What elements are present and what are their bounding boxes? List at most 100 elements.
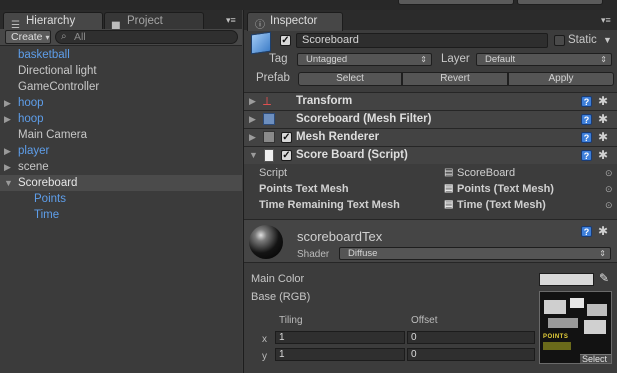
base-rgb-label: Base (RGB) [251, 291, 311, 303]
gear-icon[interactable]: ✱ [598, 149, 608, 161]
updown-icon: ⇕ [420, 55, 427, 64]
texture-block [543, 342, 571, 350]
object-picker-icon[interactable]: ⊙ [605, 168, 613, 179]
help-icon[interactable]: ? [581, 150, 592, 161]
prefab-apply-button[interactable]: Apply [508, 72, 614, 86]
prefab-revert-button[interactable]: Revert [402, 72, 508, 86]
hierarchy-item-player[interactable]: ▶ player [0, 143, 242, 159]
shader-dropdown[interactable]: Diffuse ⇕ [339, 247, 611, 260]
prefab-select-button[interactable]: Select [298, 72, 402, 86]
component-score-board-script[interactable]: ▼ ✓ Score Board (Script) ? ✱ [244, 146, 617, 164]
hierarchy-item-hoop-1[interactable]: ▶ hoop [0, 95, 242, 111]
gear-icon[interactable]: ✱ [598, 113, 608, 125]
panel-menu-icon[interactable]: ▾≡ [226, 15, 236, 26]
create-label: Create [11, 31, 43, 43]
transform-icon: ⟂ [263, 94, 272, 108]
layer-label: Layer [441, 53, 470, 65]
hierarchy-item-label: player [18, 145, 50, 157]
create-dropdown[interactable]: Create ▾ [5, 30, 51, 44]
panel-menu-icon[interactable]: ▾≡ [601, 15, 611, 26]
help-icon[interactable]: ? [581, 114, 592, 125]
tag-dropdown[interactable]: Untagged ⇕ [297, 53, 432, 66]
time-object-field[interactable]: ▤ Time (Text Mesh) [444, 199, 599, 213]
hierarchy-item-scene[interactable]: ▶ scene [0, 159, 242, 175]
texture-block [584, 320, 606, 334]
object-picker-icon[interactable]: ⊙ [605, 184, 613, 195]
object-name-field[interactable]: Scoreboard [296, 33, 548, 48]
material-header: scoreboardTex Shader Diffuse ⇕ ? ✱ [244, 219, 617, 263]
expand-arrow-icon[interactable]: ▶ [4, 111, 11, 127]
component-mesh-filter[interactable]: ▶ Scoreboard (Mesh Filter) ? ✱ [244, 110, 617, 128]
hierarchy-toolbar: Create ▾ ⌕ All [0, 29, 242, 46]
top-dropdown-2[interactable] [517, 0, 603, 5]
eyedropper-icon[interactable]: ✎ [599, 271, 609, 285]
text-mesh-icon: ▤ [444, 199, 454, 210]
hierarchy-item-label: basketball [18, 49, 70, 61]
hierarchy-item-main-camera[interactable]: Main Camera [0, 127, 242, 143]
expand-arrow-icon[interactable]: ▶ [4, 159, 11, 175]
tiling-x-field[interactable]: 1 [275, 331, 405, 344]
chevron-down-icon[interactable]: ▼ [603, 35, 612, 45]
static-checkbox[interactable] [554, 35, 565, 46]
shader-value: Diffuse [348, 248, 378, 259]
component-mesh-renderer[interactable]: ▶ ✓ Mesh Renderer ? ✱ [244, 128, 617, 146]
hierarchy-item-label: Scoreboard [18, 177, 78, 189]
text-mesh-icon: ▤ [444, 183, 454, 194]
component-title: Score Board (Script) [296, 149, 408, 161]
gear-icon[interactable]: ✱ [598, 225, 608, 237]
script-object-field[interactable]: ▤ ScoreBoard [444, 167, 594, 181]
hierarchy-item-scoreboard[interactable]: ▼ Scoreboard [0, 175, 242, 191]
hierarchy-item-label: GameController [18, 81, 100, 93]
tag-label: Tag [269, 53, 288, 65]
collapse-arrow-icon[interactable]: ▼ [249, 150, 258, 160]
offset-label: Offset [411, 315, 438, 326]
tiling-label: Tiling [279, 315, 303, 326]
tiling-y-field[interactable]: 1 [275, 348, 405, 361]
object-picker-icon[interactable]: ⊙ [605, 200, 613, 211]
help-icon[interactable]: ? [581, 132, 592, 143]
hierarchy-item-label: hoop [18, 113, 44, 125]
help-icon[interactable]: ? [581, 96, 592, 107]
offset-y-field[interactable]: 0 [407, 348, 535, 361]
mesh-renderer-checkbox[interactable]: ✓ [281, 132, 292, 143]
component-title: Mesh Renderer [296, 131, 380, 143]
help-icon[interactable]: ? [581, 226, 592, 237]
texture-thumbnail[interactable]: POINTS Select [539, 291, 612, 364]
gear-icon[interactable]: ✱ [598, 131, 608, 143]
hierarchy-item-gamecontroller[interactable]: GameController [0, 79, 242, 95]
prefab-label: Prefab [256, 72, 290, 84]
search-input[interactable]: ⌕ All [55, 30, 238, 44]
material-name: scoreboardTex [297, 229, 383, 244]
component-transform[interactable]: ▶ ⟂ Transform ? ✱ [244, 92, 617, 110]
hierarchy-item-label: hoop [18, 97, 44, 109]
expand-arrow-icon[interactable]: ▶ [4, 143, 11, 159]
texture-block [544, 300, 566, 314]
expand-arrow-icon[interactable]: ▶ [249, 114, 256, 125]
script-file-icon: ▤ [444, 167, 454, 178]
static-label: Static [568, 34, 597, 46]
top-dropdown[interactable] [398, 0, 514, 5]
hierarchy-item-points[interactable]: Points [0, 191, 242, 207]
inspector-tabbar: ⓘ Inspector ▾≡ [244, 10, 617, 31]
hierarchy-item-time[interactable]: Time [0, 207, 242, 223]
tab-inspector[interactable]: ⓘ Inspector [247, 12, 343, 31]
offset-x-field[interactable]: 0 [407, 331, 535, 344]
expand-arrow-icon[interactable]: ▶ [4, 95, 11, 111]
active-checkbox[interactable]: ✓ [280, 35, 291, 46]
gameobject-cube-icon [251, 31, 271, 55]
collapse-arrow-icon[interactable]: ▼ [4, 175, 13, 191]
expand-arrow-icon[interactable]: ▶ [249, 132, 256, 143]
gear-icon[interactable]: ✱ [598, 95, 608, 107]
main-color-swatch[interactable] [539, 273, 594, 286]
script-enabled-checkbox[interactable]: ✓ [281, 150, 292, 161]
hierarchy-item-hoop-2[interactable]: ▶ hoop [0, 111, 242, 127]
material-preview-sphere [249, 225, 283, 259]
offset-x-value: 0 [411, 332, 417, 343]
layer-dropdown[interactable]: Default ⇕ [476, 53, 612, 66]
texture-select-button[interactable]: Select [580, 354, 611, 363]
hierarchy-item-basketball[interactable]: basketball [0, 47, 242, 63]
points-object-field[interactable]: ▤ Points (Text Mesh) [444, 183, 599, 197]
hierarchy-item-directional-light[interactable]: Directional light [0, 63, 242, 79]
hierarchy-panel: ☰ Hierarchy ▆ Project ▾≡ Create ▾ ⌕ All … [0, 10, 242, 373]
expand-arrow-icon[interactable]: ▶ [249, 96, 256, 107]
